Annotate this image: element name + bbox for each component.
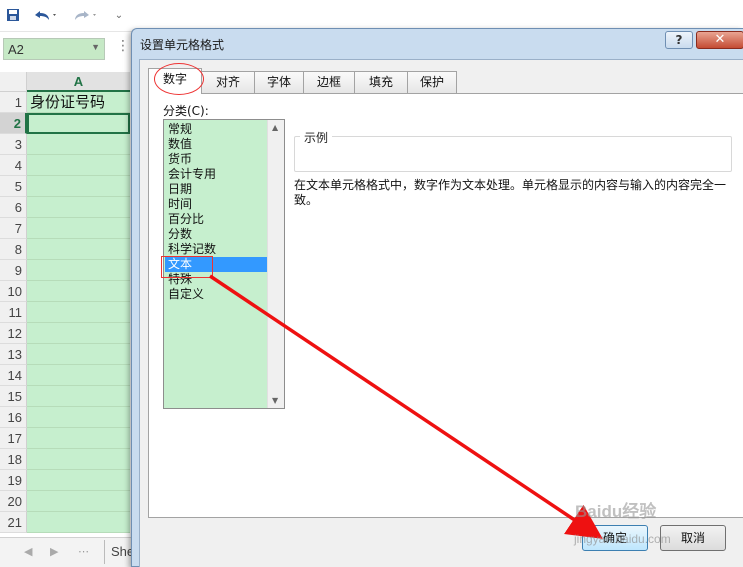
tab-5[interactable]: 保护: [407, 71, 457, 93]
sample-label: 示例: [300, 129, 333, 146]
row-header[interactable]: 16: [0, 407, 27, 428]
cell-a13[interactable]: [27, 344, 130, 365]
worksheet-grid[interactable]: A 1 身份证号码 2 3 4 5 6 7 8 9 10 11 12 13 14 15 16 17 18 19 20 21: [0, 72, 130, 537]
dialog-title: 设置单元格格式: [140, 38, 225, 52]
cell-a6[interactable]: [27, 197, 130, 218]
category-item[interactable]: 会计专用: [165, 167, 267, 182]
customize-toolbar-icon[interactable]: ⌄: [112, 4, 126, 26]
row-header[interactable]: 13: [0, 344, 27, 365]
help-button[interactable]: ?: [665, 31, 693, 49]
row-header[interactable]: 19: [0, 470, 27, 491]
cell-a3[interactable]: [27, 134, 130, 155]
row-header[interactable]: 20: [0, 491, 27, 512]
category-item[interactable]: 日期: [165, 182, 267, 197]
row-header[interactable]: 12: [0, 323, 27, 344]
scroll-up-icon[interactable]: ▲: [272, 123, 278, 132]
category-item[interactable]: 百分比: [165, 212, 267, 227]
scroll-right-icon[interactable]: ▶: [50, 545, 58, 558]
row-header[interactable]: 2: [0, 113, 27, 134]
row-header[interactable]: 6: [0, 197, 27, 218]
cell-a5[interactable]: [27, 176, 130, 197]
cell-a12[interactable]: [27, 323, 130, 344]
more-sheets-icon[interactable]: ⋯: [78, 545, 89, 558]
cell-a18[interactable]: [27, 449, 130, 470]
cell-a11[interactable]: [27, 302, 130, 323]
select-all-corner[interactable]: [0, 72, 27, 92]
cell-a20[interactable]: [27, 491, 130, 512]
tab-annotation-circle: [154, 63, 204, 95]
cell-a9[interactable]: [27, 260, 130, 281]
formula-bar-grip-icon: ⋮: [116, 38, 130, 54]
sample-box: [294, 136, 732, 172]
row-header[interactable]: 1: [0, 92, 27, 113]
row-header[interactable]: 9: [0, 260, 27, 281]
category-item[interactable]: 分数: [165, 227, 267, 242]
category-item[interactable]: 货币: [165, 152, 267, 167]
undo-button[interactable]: [30, 4, 60, 26]
cell-a8[interactable]: [27, 239, 130, 260]
cell-a1[interactable]: 身份证号码: [27, 92, 130, 113]
category-item[interactable]: 自定义: [165, 287, 267, 302]
cell-a17[interactable]: [27, 428, 130, 449]
cell-a7[interactable]: [27, 218, 130, 239]
cell-a16[interactable]: [27, 407, 130, 428]
dialog-body: 数字 对齐 字体 边框 填充 保护 分类(C): ▲ ▼ 常规 数值 货币 会计专用 日期 时间 百分…: [139, 59, 743, 567]
row-header[interactable]: 14: [0, 365, 27, 386]
cell-a15[interactable]: [27, 386, 130, 407]
watermark-url: jingyan.baidu.com: [574, 532, 671, 546]
row-header[interactable]: 18: [0, 449, 27, 470]
category-item[interactable]: 数值: [165, 137, 267, 152]
close-button[interactable]: ✕: [696, 31, 743, 49]
row-header[interactable]: 5: [0, 176, 27, 197]
row-header[interactable]: 17: [0, 428, 27, 449]
row-header[interactable]: 10: [0, 281, 27, 302]
redo-button[interactable]: [70, 4, 100, 26]
tab-2[interactable]: 字体: [254, 71, 304, 93]
save-icon[interactable]: [4, 4, 22, 26]
name-box[interactable]: A2 ▼: [3, 38, 105, 60]
row-header[interactable]: 4: [0, 155, 27, 176]
number-tab-panel: 分类(C): ▲ ▼ 常规 数值 货币 会计专用 日期 时间 百分比 分数 科学记数 文本 特殊 自定…: [148, 93, 743, 518]
scroll-down-icon[interactable]: ▼: [272, 396, 278, 405]
cell-a2[interactable]: [27, 113, 130, 134]
category-item[interactable]: 科学记数: [165, 242, 267, 257]
row-header[interactable]: 3: [0, 134, 27, 155]
category-item[interactable]: 时间: [165, 197, 267, 212]
cell-a10[interactable]: [27, 281, 130, 302]
format-cells-dialog: 设置单元格格式 ? ✕ 数字 对齐 字体 边框 填充 保护 分类(C): ▲ ▼ 常规 数值…: [131, 28, 743, 567]
row-header[interactable]: 7: [0, 218, 27, 239]
watermark-brand: Baidu经验: [575, 502, 657, 521]
cell-a14[interactable]: [27, 365, 130, 386]
format-description: 在文本单元格格式中，数字作为文本处理。单元格显示的内容与输入的内容完全一致。: [294, 178, 727, 207]
cell-a4[interactable]: [27, 155, 130, 176]
category-label: 分类(C):: [163, 104, 209, 118]
tab-3[interactable]: 边框: [303, 71, 355, 93]
column-header-a[interactable]: A: [27, 72, 130, 92]
row-header[interactable]: 8: [0, 239, 27, 260]
category-annotation-box: [161, 256, 213, 278]
category-scrollbar[interactable]: ▲ ▼: [267, 120, 284, 408]
category-item[interactable]: 常规: [165, 122, 267, 137]
name-box-value: A2: [8, 42, 24, 57]
sheet-tab-bar: ◀ ▶ ⋯ She: [0, 537, 134, 567]
row-header[interactable]: 21: [0, 512, 27, 533]
chevron-down-icon[interactable]: ▼: [91, 42, 100, 52]
cell-a21[interactable]: [27, 512, 130, 533]
tab-1[interactable]: 对齐: [201, 71, 255, 93]
row-header[interactable]: 15: [0, 386, 27, 407]
cell-a19[interactable]: [27, 470, 130, 491]
sheet-tab[interactable]: She: [104, 540, 134, 564]
scroll-left-icon[interactable]: ◀: [24, 545, 32, 558]
row-header[interactable]: 11: [0, 302, 27, 323]
tab-4[interactable]: 填充: [354, 71, 408, 93]
